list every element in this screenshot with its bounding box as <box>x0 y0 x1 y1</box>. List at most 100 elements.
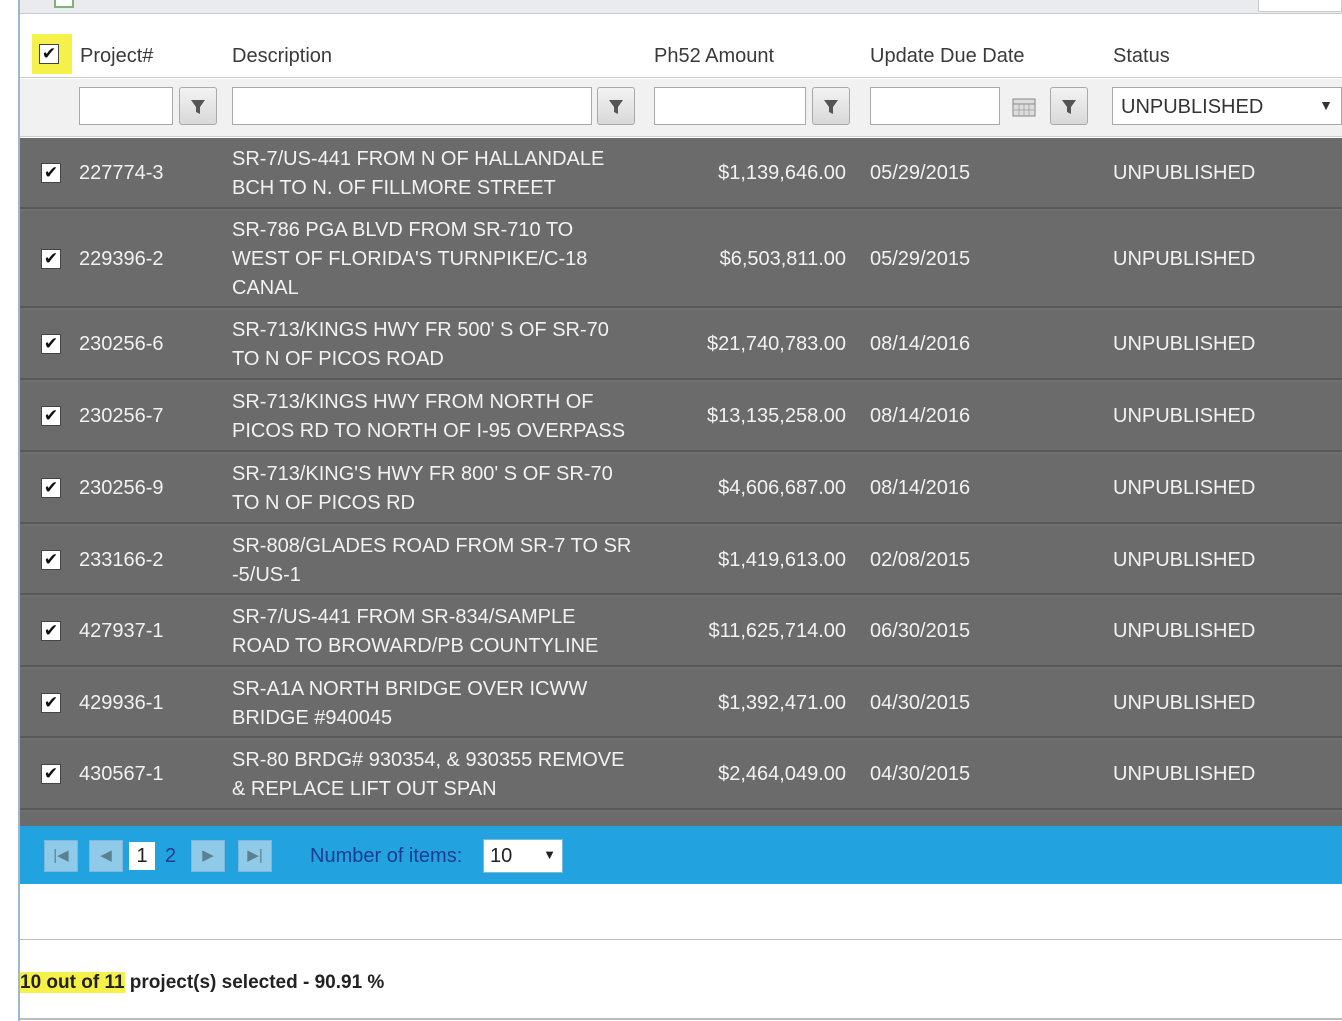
description-line: BCH TO N. OF FILLMORE STREET <box>232 177 556 199</box>
first-page-button[interactable]: |◀ <box>44 840 78 872</box>
due-date-filter-button[interactable] <box>1050 87 1088 125</box>
table-row[interactable]: ✔ 233166-2 SR-808/GLADES ROAD FROM SR-7 TO… <box>20 526 1342 595</box>
chevron-down-icon: ▼ <box>1319 97 1333 113</box>
project-number: 427937-1 <box>79 620 164 642</box>
description-filter-button[interactable] <box>597 87 635 125</box>
prev-page-button[interactable]: ◀ <box>89 840 123 872</box>
row-checkbox[interactable]: ✔ <box>41 764 61 784</box>
description-line: CANAL <box>232 277 299 299</box>
description-line: SR-7/US-441 FROM SR-834/SAMPLE <box>232 606 576 628</box>
due-date: 04/30/2015 <box>870 692 971 714</box>
page-number-2[interactable]: 2 <box>165 842 176 870</box>
amount-filter-input[interactable] <box>654 87 806 125</box>
due-date-filter-input[interactable] <box>870 87 1000 125</box>
description-line: TO N OF PICOS RD <box>232 492 415 514</box>
description-line: SR-A1A NORTH BRIDGE OVER ICWW <box>232 678 588 700</box>
row-checkbox[interactable]: ✔ <box>41 621 61 641</box>
row-checkbox[interactable]: ✔ <box>41 478 61 498</box>
description-line: SR-713/KINGS HWY FROM NORTH OF <box>232 391 594 413</box>
project-number: 233166-2 <box>79 549 164 571</box>
table-row[interactable]: ✔ 229396-2 SR-786 PGA BLVD FROM SR-710 TO W… <box>20 211 1342 308</box>
table-row[interactable]: ✔ 230256-6 SR-713/KINGS HWY FR 500' S OF S… <box>20 310 1342 380</box>
page-number-current[interactable]: 1 <box>129 842 155 870</box>
description-line: & REPLACE LIFT OUT SPAN <box>232 778 497 800</box>
description-line: SR-713/KING'S HWY FR 800' S OF SR-70 <box>232 463 613 485</box>
due-date: 08/14/2016 <box>870 405 971 427</box>
project-number: 430567-1 <box>79 763 164 785</box>
due-date: 04/30/2015 <box>870 763 971 785</box>
project-amount: $1,419,613.00 <box>718 549 846 571</box>
selection-summary: 10 out of 11 project(s) selected - 90.91… <box>20 972 384 994</box>
description-line: SR-786 PGA BLVD FROM SR-710 TO <box>232 219 574 241</box>
project-status: UNPUBLISHED <box>1113 620 1256 642</box>
project-status: UNPUBLISHED <box>1113 477 1256 499</box>
project-number: 230256-9 <box>79 477 164 499</box>
row-checkbox[interactable]: ✔ <box>41 406 61 426</box>
due-date: 08/14/2016 <box>870 477 971 499</box>
column-header-description[interactable]: Description <box>232 45 332 68</box>
row-checkbox[interactable]: ✔ <box>41 550 61 570</box>
description-line: TO N OF PICOS ROAD <box>232 348 444 370</box>
next-page-button[interactable]: ▶ <box>191 840 225 872</box>
row-checkbox[interactable]: ✔ <box>41 163 61 183</box>
project-description: SR-7/US-441 FROM N OF HALLANDALE BCH TO N… <box>232 145 642 203</box>
due-date: 06/30/2015 <box>870 620 971 642</box>
table-row[interactable]: ✔ 230256-7 SR-713/KINGS HWY FROM NORTH OF P… <box>20 382 1342 452</box>
row-checkbox[interactable]: ✔ <box>41 249 61 269</box>
description-line: SR-713/KINGS HWY FR 500' S OF SR-70 <box>232 319 609 341</box>
toolbar-tab-indicator[interactable] <box>54 0 74 8</box>
description-line: SR-808/GLADES ROAD FROM SR-7 TO SR <box>232 535 632 557</box>
project-number: 429936-1 <box>79 692 164 714</box>
row-checkbox[interactable]: ✔ <box>41 693 61 713</box>
last-page-button[interactable]: ▶| <box>238 840 272 872</box>
bottom-divider <box>20 1018 1342 1020</box>
table-row[interactable]: ✔ 227774-3 SR-7/US-441 FROM N OF HALLANDAL… <box>20 138 1342 209</box>
project-number: 227774-3 <box>79 162 164 184</box>
description-line: PICOS RD TO NORTH OF I-95 OVERPASS <box>232 420 626 442</box>
calendar-button[interactable] <box>1008 87 1040 125</box>
project-filter-input[interactable] <box>79 87 173 125</box>
selection-count-highlight: 10 out of 11 <box>20 972 125 993</box>
table-row[interactable]: ✔ 429936-1 SR-A1A NORTH BRIDGE OVER ICWW BR… <box>20 669 1342 738</box>
project-status: UNPUBLISHED <box>1113 763 1256 785</box>
description-line: ROAD TO BROWARD/PB COUNTYLINE <box>232 635 599 657</box>
project-amount: $11,625,714.00 <box>708 620 846 642</box>
column-header-status[interactable]: Status <box>1113 45 1170 68</box>
table-row[interactable]: ✔ 430567-1 SR-80 BRDG# 930354, & 930355 RE… <box>20 740 1342 810</box>
filter-icon <box>609 100 623 114</box>
description-line: BRIDGE #940045 <box>232 707 393 729</box>
project-amount: $1,139,646.00 <box>718 162 846 184</box>
project-description: SR-808/GLADES ROAD FROM SR-7 TO SR -5/US-… <box>232 532 642 590</box>
amount-filter-button[interactable] <box>812 87 850 125</box>
project-number: 230256-6 <box>79 333 164 355</box>
description-line: WEST OF FLORIDA'S TURNPIKE/C-18 <box>232 248 588 270</box>
top-toolbar-strip <box>20 0 1342 14</box>
column-header-due-date[interactable]: Update Due Date <box>870 45 1025 68</box>
grid-header: ✔ Project# Description Ph52 Amount Updat… <box>20 34 1342 78</box>
status-filter-select[interactable]: UNPUBLISHED ▼ <box>1112 87 1342 125</box>
toolbar-right-box[interactable] <box>1258 0 1342 12</box>
select-all-checkbox[interactable]: ✔ <box>39 44 59 64</box>
column-header-project[interactable]: Project# <box>80 45 153 68</box>
project-filter-button[interactable] <box>179 87 217 125</box>
description-filter-input[interactable] <box>232 87 592 125</box>
description-line: SR-7/US-441 FROM N OF HALLANDALE <box>232 148 605 170</box>
due-date: 05/29/2015 <box>870 162 971 184</box>
project-status: UNPUBLISHED <box>1113 162 1256 184</box>
row-checkbox[interactable]: ✔ <box>41 334 61 354</box>
due-date: 02/08/2015 <box>870 549 971 571</box>
project-amount: $6,503,811.00 <box>719 248 846 270</box>
project-status: UNPUBLISHED <box>1113 405 1256 427</box>
project-amount: $2,464,049.00 <box>718 763 846 785</box>
filter-icon <box>191 100 205 114</box>
items-per-page-select[interactable]: 10 ▼ <box>483 839 563 873</box>
column-header-amount[interactable]: Ph52 Amount <box>654 45 774 68</box>
calendar-icon <box>1012 98 1036 117</box>
table-row[interactable]: ✔ 427937-1 SR-7/US-441 FROM SR-834/SAMPLE R… <box>20 597 1342 667</box>
table-row-partial[interactable] <box>20 812 1342 826</box>
filter-row: UNPUBLISHED ▼ <box>20 79 1342 137</box>
project-description: SR-80 BRDG# 930354, & 930355 REMOVE & REP… <box>232 746 642 804</box>
grid-body: ✔ 227774-3 SR-7/US-441 FROM N OF HALLANDAL… <box>20 138 1342 826</box>
project-status: UNPUBLISHED <box>1113 692 1256 714</box>
table-row[interactable]: ✔ 230256-9 SR-713/KING'S HWY FR 800' S OF … <box>20 454 1342 524</box>
